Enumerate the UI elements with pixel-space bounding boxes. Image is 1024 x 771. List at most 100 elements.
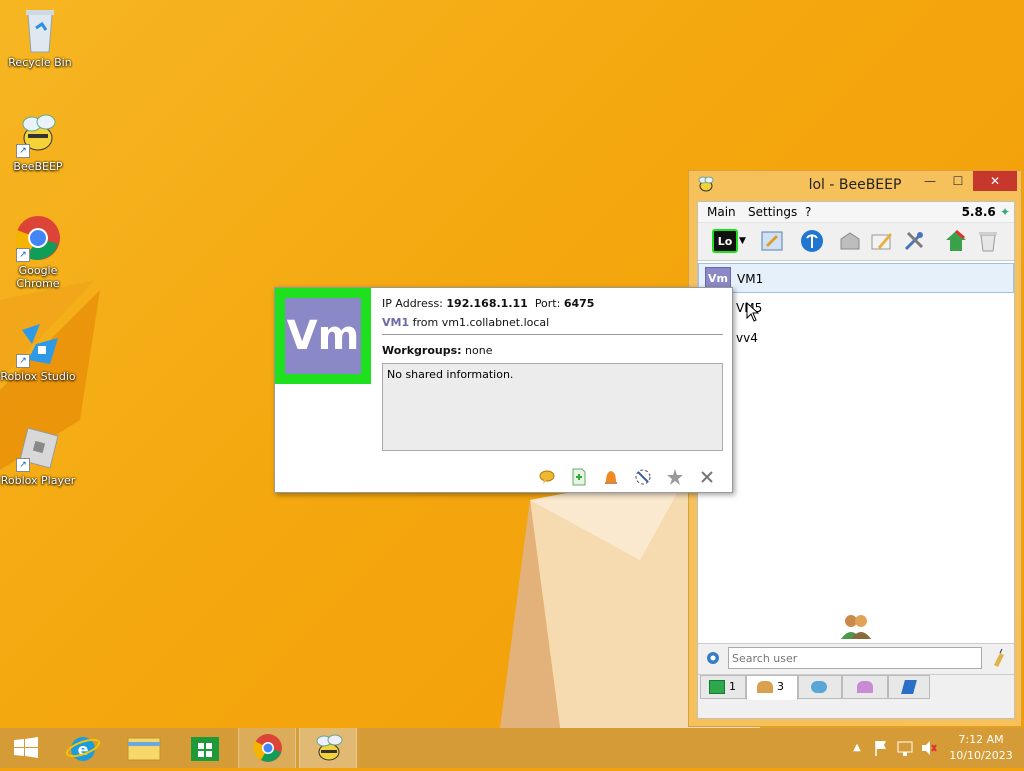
taskbar-file-explorer[interactable] <box>116 728 172 768</box>
status-selector[interactable]: Lo <box>712 229 738 253</box>
port-value: 6475 <box>563 297 595 310</box>
star-icon[interactable] <box>666 468 684 486</box>
window-titlebar[interactable]: lol - BeeBEEP — ☐ ✕ <box>689 171 1021 199</box>
menu-settings[interactable]: Settings <box>748 205 797 219</box>
taskbar-internet-explorer[interactable]: e <box>55 728 111 768</box>
clock-time: 7:12 AM <box>958 733 1004 746</box>
clock-date: 10/10/2023 <box>949 749 1013 762</box>
network-icon[interactable] <box>800 229 824 253</box>
shortcut-arrow-icon: ↗ <box>16 144 30 158</box>
desktop-icon-roblox-player[interactable]: ↗ Roblox Player <box>0 424 78 487</box>
version-number: 5.8.6 <box>961 205 996 219</box>
bottom-tab-bar: 1 3 <box>698 674 1014 700</box>
window-client-area: Main Settings ? 5.8.6 ✦ Lo ▼ Vm VM1 vv4 … <box>697 201 1015 719</box>
desktop-icon-chrome[interactable]: ↗ Google Chrome <box>0 214 78 290</box>
trash-icon[interactable] <box>976 229 1000 253</box>
tab-users[interactable]: 3 <box>746 675 798 700</box>
desktop-icon-label: Recycle Bin <box>8 56 72 69</box>
avatar-initials: Vm <box>285 298 361 374</box>
clear-search-icon[interactable] <box>990 648 1008 667</box>
bee-icon: ↗ <box>14 110 62 158</box>
shared-info-text: No shared information. <box>387 368 514 381</box>
desktop-icon-recycle-bin[interactable]: Recycle Bin <box>0 6 80 69</box>
desktop-icon-label: Roblox Player <box>0 474 76 487</box>
main-toolbar: Lo ▼ <box>698 222 1014 259</box>
ip-value: 192.168.1.11 <box>446 297 528 310</box>
taskbar-store[interactable] <box>177 728 233 768</box>
chat-bubble-icon[interactable] <box>538 468 556 486</box>
edit-icon[interactable] <box>634 468 652 486</box>
network-status-icon[interactable] <box>896 728 914 768</box>
user-host-line: VM1 from vm1.collabnet.local <box>382 316 549 329</box>
maximize-button[interactable]: ☐ <box>945 171 971 191</box>
user-list-item[interactable]: vv4 <box>698 323 1014 353</box>
desktop-icon-roblox-studio[interactable]: ↗ Roblox Studio <box>0 320 78 383</box>
send-file-icon[interactable] <box>570 468 588 486</box>
desktop-icon-beebeep[interactable]: ↗ BeeBEEP <box>0 110 78 173</box>
shortcut-arrow-icon: ↗ <box>16 354 30 368</box>
gear-icon[interactable] <box>705 650 721 666</box>
tab-group-chats[interactable] <box>798 675 842 699</box>
update-icon: ✦ <box>999 205 1010 219</box>
group-chat-icon <box>811 681 827 693</box>
chevron-down-icon[interactable]: ▼ <box>739 229 751 253</box>
roblox-studio-icon: ↗ <box>14 320 62 368</box>
write-message-icon[interactable] <box>870 229 894 253</box>
ip-label: IP Address: <box>382 297 443 310</box>
search-user-input[interactable] <box>728 647 982 669</box>
workgroups-value: none <box>465 344 493 357</box>
minimize-button[interactable]: — <box>917 171 943 191</box>
show-hidden-icons-icon[interactable]: ▲ <box>850 728 864 768</box>
workgroups-line: Workgroups: none <box>382 344 493 357</box>
internet-explorer-icon: e <box>65 737 101 761</box>
taskbar: e ▲ 7:12 AM 10/10/2023 <box>0 728 1024 768</box>
recycle-bin-icon <box>16 6 64 54</box>
shared-info-box: No shared information. <box>382 363 723 451</box>
tab-chats[interactable]: 1 <box>700 675 746 699</box>
taskbar-chrome[interactable] <box>238 728 296 768</box>
store-icon <box>191 737 219 761</box>
user-host: from vm1.collabnet.local <box>412 316 550 329</box>
version-label: 5.8.6 ✦ <box>962 205 1010 219</box>
folder-icon <box>127 737 161 761</box>
search-bar <box>698 644 1014 672</box>
chat-icon <box>709 680 725 694</box>
users-icon <box>757 681 773 693</box>
bee-icon <box>316 734 343 761</box>
users-icon <box>841 613 871 639</box>
home-icon[interactable] <box>944 229 968 253</box>
chrome-icon <box>253 734 282 762</box>
tab-file-sharing[interactable] <box>888 675 930 699</box>
close-button[interactable]: ✕ <box>973 171 1017 191</box>
start-button[interactable] <box>0 728 52 768</box>
port-label: Port: <box>534 297 561 310</box>
workgroups-label: Workgroups: <box>382 344 462 357</box>
groups-icon <box>857 681 873 693</box>
volume-muted-icon[interactable] <box>920 728 938 768</box>
taskbar-beebeep[interactable] <box>299 728 357 768</box>
tab-label: 1 <box>729 680 736 693</box>
menu-main[interactable]: Main <box>707 205 736 219</box>
system-clock[interactable]: 7:12 AM 10/10/2023 <box>946 732 1016 764</box>
user-list-item[interactable]: Vm VM1 <box>698 263 1014 293</box>
chrome-icon: ↗ <box>14 214 62 262</box>
user-name: VM1 <box>737 272 764 286</box>
shortcut-arrow-icon: ↗ <box>16 458 30 472</box>
window-title: lol - BeeBEEP <box>808 177 902 193</box>
action-center-flag-icon[interactable] <box>872 728 890 768</box>
bell-icon[interactable] <box>602 468 620 486</box>
avatar: Vm <box>275 288 371 384</box>
desktop-icon-label: BeeBEEP <box>13 160 63 173</box>
edit-profile-icon[interactable] <box>760 229 784 253</box>
remove-user-icon[interactable] <box>698 468 716 486</box>
beebeep-window: lol - BeeBEEP — ☐ ✕ Main Settings ? 5.8.… <box>688 170 1022 727</box>
menu-bar: Main Settings ? 5.8.6 ✦ <box>698 202 1014 222</box>
mail-icon[interactable] <box>838 229 862 253</box>
user-name: VM1 <box>382 316 410 329</box>
tab-groups[interactable] <box>842 675 888 699</box>
menu-help[interactable]: ? <box>805 205 811 219</box>
tab-label: 3 <box>777 680 784 693</box>
tools-icon[interactable] <box>902 229 926 253</box>
roblox-player-icon: ↗ <box>14 424 62 472</box>
user-info-card: Vm IP Address: 192.168.1.11 Port: 6475 V… <box>274 287 733 493</box>
